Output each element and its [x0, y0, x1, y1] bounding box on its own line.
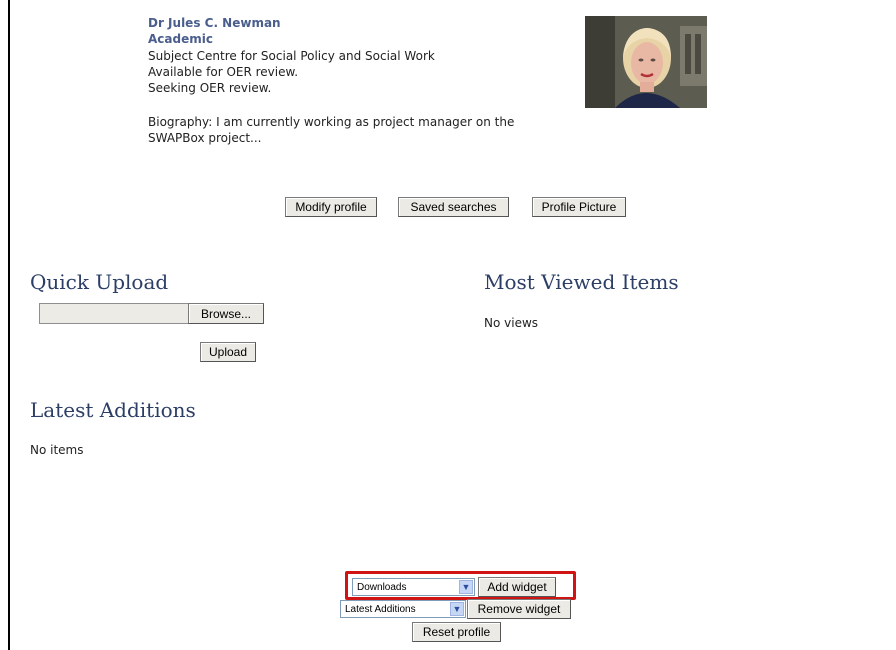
profile-photo-image	[585, 16, 707, 108]
remove-widget-select-value: Latest Additions	[345, 603, 416, 615]
most-viewed-empty-text: No views	[484, 316, 539, 330]
latest-additions-heading: Latest Additions	[30, 398, 196, 422]
profile-biography-line-1: Biography: I am currently working as pro…	[148, 115, 515, 129]
profile-biography-line-2: SWAPBox project...	[148, 131, 262, 145]
profile-name: Dr Jules C. Newman	[148, 16, 281, 30]
profile-picture-button[interactable]: Profile Picture	[532, 197, 626, 217]
latest-additions-empty-text: No items	[30, 443, 84, 457]
profile-department: Subject Centre for Social Policy and Soc…	[148, 49, 435, 63]
browse-button[interactable]: Browse...	[188, 303, 264, 324]
profile-review-seeking: Seeking OER review.	[148, 81, 272, 95]
quick-upload-heading: Quick Upload	[30, 270, 169, 294]
most-viewed-heading: Most Viewed Items	[484, 270, 679, 294]
saved-searches-button[interactable]: Saved searches	[398, 197, 509, 217]
add-widget-select[interactable]: Downloads ▼	[352, 578, 475, 596]
profile-review-available: Available for OER review.	[148, 65, 299, 79]
chevron-down-icon[interactable]: ▼	[459, 580, 473, 594]
upload-file-input[interactable]	[39, 303, 189, 324]
profile-photo	[585, 16, 707, 108]
remove-widget-select[interactable]: Latest Additions ▼	[340, 600, 466, 618]
modify-profile-button[interactable]: Modify profile	[285, 197, 377, 217]
add-widget-select-value: Downloads	[357, 581, 407, 593]
remove-widget-button[interactable]: Remove widget	[467, 599, 571, 619]
page-frame-border	[8, 0, 10, 650]
add-widget-button[interactable]: Add widget	[478, 577, 556, 597]
upload-button[interactable]: Upload	[200, 342, 256, 362]
chevron-down-icon[interactable]: ▼	[450, 602, 464, 616]
reset-profile-button[interactable]: Reset profile	[412, 622, 501, 642]
profile-role: Academic	[148, 32, 213, 46]
